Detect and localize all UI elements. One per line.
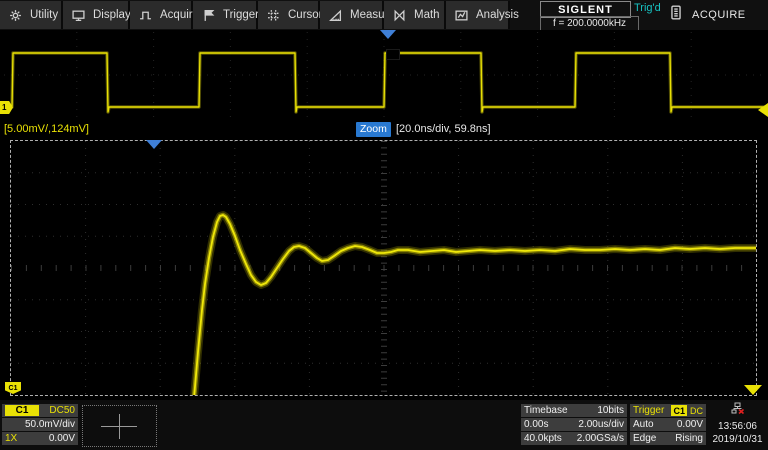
zoom-info-strip: [5.00mV/,124mV] Zoom [20.0ns/div, 59.8ns…	[0, 120, 768, 140]
menu-bar: Utility Display Acquire Trigger Cursors	[0, 0, 768, 30]
menu-item-display[interactable]: Display	[63, 1, 130, 29]
zoom-trace	[192, 215, 756, 395]
timebase-resolution: 10bits	[597, 405, 624, 416]
timebase-delay: 0.00s	[524, 419, 548, 430]
trigger-type: Edge	[633, 433, 656, 444]
status-bar: C1 DC50 50.0mV/div 1X 0.00V Timebase 10b…	[0, 400, 768, 450]
channel-probe: 1X	[5, 433, 17, 444]
trigger-row-1: Trigger C1 DC	[630, 404, 706, 417]
zoom-vertical-scale-readout: [5.00mV/,124mV]	[4, 123, 89, 135]
zoom-mode-badge[interactable]: Zoom	[356, 122, 391, 137]
frequency-counter-box: f = 200.0000kHz	[540, 16, 639, 31]
trigger-level-marker-icon[interactable]	[758, 103, 768, 117]
clock-date: 2019/10/31	[709, 433, 766, 446]
timebase-scale: 2.00us/div	[578, 419, 624, 430]
timebase-title: Timebase	[524, 405, 568, 416]
math-icon	[393, 9, 408, 22]
menu-label-trigger: Trigger	[223, 9, 259, 21]
menu-item-cursors[interactable]: Cursors	[258, 1, 320, 29]
display-icon	[72, 9, 87, 22]
channel-panel-row-2: 50.0mV/div	[2, 418, 78, 431]
zoom-horizontal-scale-readout: [20.0ns/div, 59.8ns]	[396, 123, 491, 135]
menu-label-display: Display	[93, 9, 131, 21]
menu-item-analysis[interactable]: Analysis	[446, 1, 510, 29]
trigger-status-badge: Trig'd	[634, 2, 661, 14]
trigger-position-marker-icon[interactable]	[380, 30, 396, 39]
zoom-view-plot	[11, 141, 756, 395]
timebase-sample-rate: 2.00GSa/s	[577, 433, 624, 444]
menu-item-acquire[interactable]: Acquire	[130, 1, 193, 29]
channel-offset: 0.00V	[49, 433, 75, 444]
timebase-row-3: 40.0kpts 2.00GSa/s	[521, 432, 627, 445]
lan-disconnected-icon	[731, 402, 745, 415]
trigger-slope: Rising	[675, 433, 703, 444]
plus-icon	[119, 414, 120, 439]
timebase-row-2: 0.00s 2.00us/div	[521, 418, 627, 431]
zoom-trace-outer-glow	[192, 215, 756, 395]
channel-panel-row-1: C1 DC50	[2, 404, 78, 417]
add-channel-placeholder[interactable]	[82, 405, 157, 447]
gear-icon	[9, 9, 24, 22]
flag-icon	[202, 9, 217, 22]
trigger-coupling: DC	[690, 406, 703, 416]
timebase-panel[interactable]: Timebase 10bits 0.00s 2.00us/div 40.0kpt…	[521, 404, 627, 445]
trigger-source-badge: C1	[671, 405, 687, 416]
timebase-row-1: Timebase 10bits	[521, 404, 627, 417]
menu-item-utility[interactable]: Utility	[0, 1, 63, 29]
menu-item-math[interactable]: Math	[384, 1, 446, 29]
channel-coupling: DC50	[49, 405, 75, 416]
acquire-icon	[139, 9, 154, 22]
analysis-icon	[455, 9, 470, 22]
main-view-plot	[0, 30, 768, 120]
channel-panel-row-3: 1X 0.00V	[2, 432, 78, 445]
clipboard-icon	[670, 5, 682, 25]
zoom-waveform-window	[10, 140, 757, 396]
measure-icon	[329, 9, 344, 22]
zoom-region-indicator	[386, 49, 400, 60]
trigger-row-3: Edge Rising	[630, 432, 706, 445]
menu-item-measure[interactable]: Measure	[320, 1, 384, 29]
channel-1-descriptor-panel[interactable]: C1 DC50 50.0mV/div 1X 0.00V	[2, 404, 78, 445]
zoom-offset-marker-icon[interactable]	[744, 385, 762, 395]
zoom-trace-glow	[192, 215, 756, 395]
oscilloscope-screen: Utility Display Acquire Trigger Cursors	[0, 0, 768, 450]
trigger-mode: Auto	[633, 419, 654, 430]
cursors-icon	[267, 9, 282, 22]
menu-label-utility: Utility	[30, 9, 58, 21]
acquire-label: ACQUIRE	[692, 9, 746, 21]
menu-label-math: Math	[414, 9, 440, 21]
trigger-title: Trigger	[633, 405, 664, 416]
timebase-memory: 40.0kpts	[524, 433, 562, 444]
channel-scale: 50.0mV/div	[25, 419, 75, 430]
channel-name-badge: C1	[5, 405, 39, 416]
brand-logo: SIGLENT	[558, 4, 613, 16]
acquire-button[interactable]: ACQUIRE	[664, 3, 764, 27]
clock-block[interactable]: 13:56:06 2019/10/31	[709, 402, 766, 446]
trigger-panel[interactable]: Trigger C1 DC Auto 0.00V Edge Rising	[630, 404, 706, 445]
menu-label-analysis: Analysis	[476, 9, 519, 21]
menu-item-trigger[interactable]: Trigger	[193, 1, 258, 29]
main-waveform-view: 1	[0, 30, 768, 120]
clock-time: 13:56:06	[709, 420, 766, 433]
trigger-row-2: Auto 0.00V	[630, 418, 706, 431]
zoom-trigger-delay-marker-icon[interactable]	[146, 140, 162, 149]
trigger-level: 0.00V	[677, 419, 703, 430]
frequency-readout: f = 200.0000kHz	[553, 18, 626, 29]
